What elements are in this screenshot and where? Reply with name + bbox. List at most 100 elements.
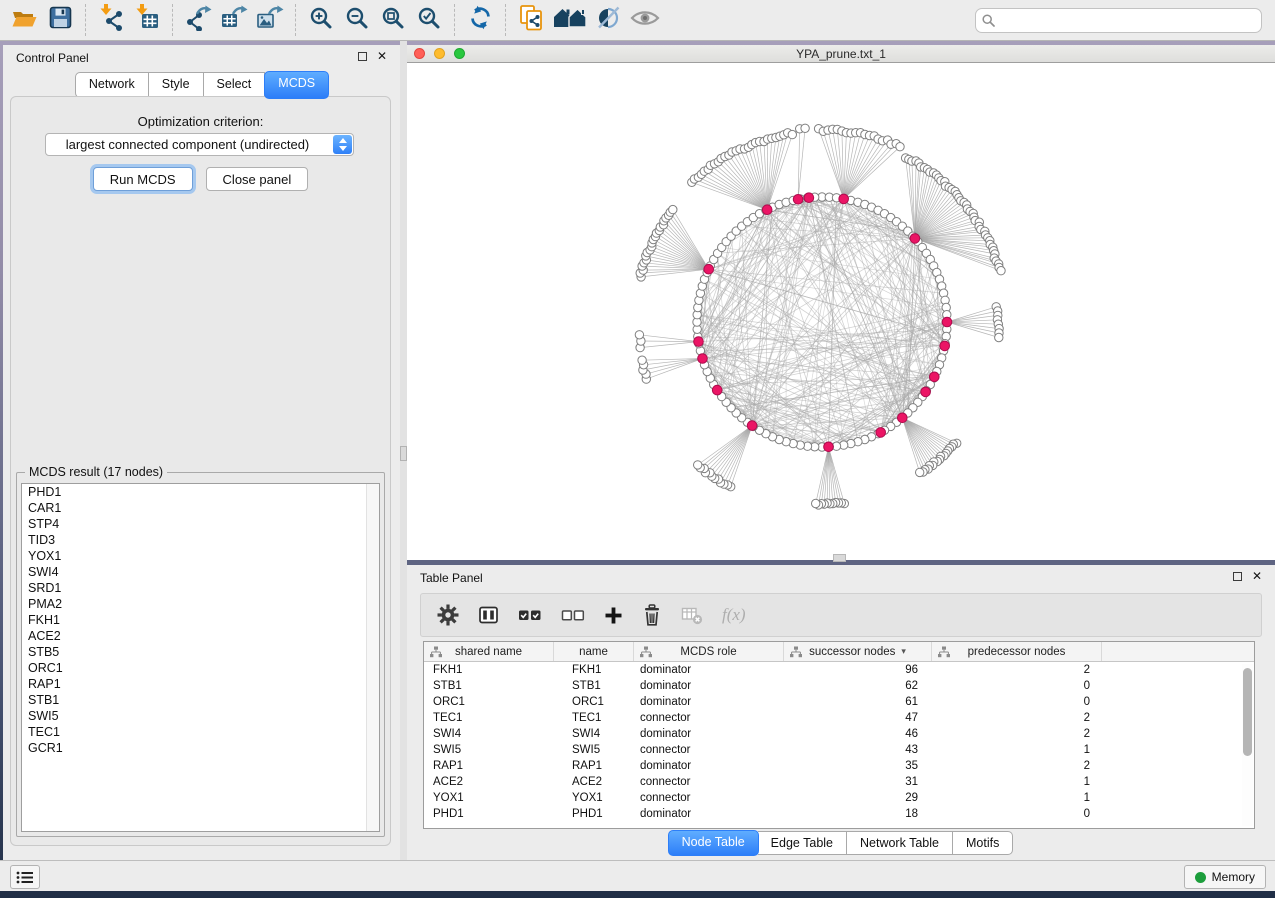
float-panel-icon[interactable]	[358, 52, 367, 61]
table-row[interactable]: STB1STB1dominator620	[424, 678, 1254, 694]
list-item[interactable]: ORC1	[22, 660, 379, 676]
table-panel-tabs: Node TableEdge TableNetwork TableMotifs	[407, 831, 1275, 855]
float-panel-icon[interactable]	[1233, 572, 1242, 581]
graphics-details-button[interactable]	[591, 2, 627, 38]
tab-motifs[interactable]: Motifs	[953, 831, 1013, 855]
tab-node-table[interactable]: Node Table	[668, 830, 759, 856]
table-toolbar: f(x)	[420, 593, 1262, 637]
deselect-all-icon[interactable]	[561, 607, 585, 623]
cell-mcds-role: dominator	[634, 694, 784, 710]
cell-name: ACE2	[554, 774, 634, 790]
table-row[interactable]: SWI4SWI4dominator462	[424, 726, 1254, 742]
close-panel-icon[interactable]: ✕	[377, 49, 387, 63]
table-row[interactable]: FKH1FKH1dominator962	[424, 662, 1254, 678]
list-item[interactable]: TEC1	[22, 724, 379, 740]
cell-successor-nodes: 29	[784, 790, 932, 806]
table-row[interactable]: RAP1RAP1dominator352	[424, 758, 1254, 774]
column-header-successor-nodes[interactable]: successor nodes▾	[784, 642, 932, 661]
tab-network-table[interactable]: Network Table	[847, 831, 953, 855]
close-panel-icon[interactable]: ✕	[1252, 569, 1262, 583]
column-header-predecessor-nodes[interactable]: predecessor nodes	[932, 642, 1102, 661]
zoom-in-button[interactable]	[303, 2, 339, 38]
tab-style[interactable]: Style	[149, 72, 204, 98]
table-settings-gear-icon[interactable]	[437, 604, 459, 626]
column-label: name	[579, 646, 608, 658]
zoom-selected-button[interactable]	[411, 2, 447, 38]
birds-eye-view-button[interactable]	[627, 2, 663, 38]
table-scrollbar[interactable]	[1242, 664, 1253, 826]
list-item[interactable]: SRD1	[22, 580, 379, 596]
list-item[interactable]: YOX1	[22, 548, 379, 564]
close-panel-button[interactable]: Close panel	[206, 167, 309, 191]
column-header-name[interactable]: name	[554, 642, 634, 661]
export-image-button[interactable]	[252, 2, 288, 38]
save-floppy-icon	[49, 6, 72, 34]
network-window-title: YPA_prune.txt_1	[407, 47, 1275, 61]
table-row[interactable]: ORC1ORC1dominator610	[424, 694, 1254, 710]
mcds-result-list[interactable]: PHD1CAR1STP4TID3YOX1SWI4SRD1PMA2FKH1ACE2…	[21, 483, 380, 832]
list-item[interactable]: STB5	[22, 644, 379, 660]
import-network-button[interactable]	[93, 2, 129, 38]
list-item[interactable]: GCR1	[22, 740, 379, 756]
network-canvas[interactable]	[407, 63, 1275, 560]
export-network-button[interactable]	[180, 2, 216, 38]
list-item[interactable]: ACE2	[22, 628, 379, 644]
table-row[interactable]: SWI5SWI5connector431	[424, 742, 1254, 758]
list-item[interactable]: SWI5	[22, 708, 379, 724]
table-row[interactable]: ACE2ACE2connector311	[424, 774, 1254, 790]
list-item[interactable]: FKH1	[22, 612, 379, 628]
memory-status-dot-icon	[1195, 872, 1206, 883]
clone-network-button[interactable]	[513, 2, 549, 38]
search-input[interactable]	[975, 8, 1262, 33]
memory-label: Memory	[1212, 870, 1255, 884]
open-session-button[interactable]	[6, 2, 42, 38]
result-list-scrollbar[interactable]	[366, 484, 379, 831]
list-item[interactable]: PHD1	[22, 484, 379, 500]
vertical-splitter-handle[interactable]	[400, 446, 407, 461]
table-row[interactable]: YOX1YOX1connector291	[424, 790, 1254, 806]
column-header-mcds-role[interactable]: MCDS role	[634, 642, 784, 661]
dropdown-stepper-icon	[333, 135, 352, 154]
zoom-fit-button[interactable]	[375, 2, 411, 38]
table-row[interactable]: PHD1PHD1dominator180	[424, 806, 1254, 822]
zoom-out-button[interactable]	[339, 2, 375, 38]
tab-edge-table[interactable]: Edge Table	[758, 831, 847, 855]
show-all-networks-button[interactable]	[549, 2, 591, 38]
task-history-button[interactable]	[10, 865, 40, 889]
table-header-row: shared name name MCDS rolesuccessor nodes▾…	[424, 642, 1254, 662]
column-header-shared-name[interactable]: shared name	[424, 642, 554, 661]
list-item[interactable]: STP4	[22, 516, 379, 532]
table-scrollbar-thumb[interactable]	[1243, 668, 1252, 756]
list-item[interactable]: RAP1	[22, 676, 379, 692]
memory-button[interactable]: Memory	[1184, 865, 1266, 889]
save-session-button[interactable]	[42, 2, 78, 38]
tab-mcds[interactable]: MCDS	[264, 71, 329, 99]
list-item[interactable]: PMA2	[22, 596, 379, 612]
horizontal-splitter-handle[interactable]	[833, 554, 846, 562]
select-all-icon[interactable]	[518, 607, 542, 623]
import-network-icon	[98, 4, 125, 36]
tab-network[interactable]: Network	[75, 72, 149, 98]
list-item[interactable]: CAR1	[22, 500, 379, 516]
delete-column-trash-icon[interactable]	[642, 604, 662, 626]
network-window-titlebar[interactable]: YPA_prune.txt_1	[407, 45, 1275, 63]
list-item[interactable]: STB1	[22, 692, 379, 708]
status-bar: Memory	[0, 860, 1275, 891]
tab-select[interactable]: Select	[204, 72, 266, 98]
optimization-criterion-select[interactable]: largest connected component (undirected)	[45, 133, 354, 156]
cell-successor-nodes: 96	[784, 662, 932, 678]
apply-layout-button[interactable]	[462, 2, 498, 38]
table-row[interactable]: TEC1TEC1connector472	[424, 710, 1254, 726]
import-table-button[interactable]	[129, 2, 165, 38]
run-mcds-button[interactable]: Run MCDS	[93, 167, 193, 191]
export-table-button[interactable]	[216, 2, 252, 38]
function-builder-icon[interactable]: f(x)	[722, 605, 746, 625]
cell-mcds-role: dominator	[634, 678, 784, 694]
mcds-result-title: MCDS result (17 nodes)	[25, 465, 167, 479]
list-item[interactable]: SWI4	[22, 564, 379, 580]
list-item[interactable]: TID3	[22, 532, 379, 548]
toggle-columns-icon[interactable]	[478, 605, 499, 625]
add-column-plus-icon[interactable]	[604, 606, 623, 625]
delete-table-icon[interactable]	[681, 605, 703, 625]
column-label: predecessor nodes	[968, 646, 1066, 658]
